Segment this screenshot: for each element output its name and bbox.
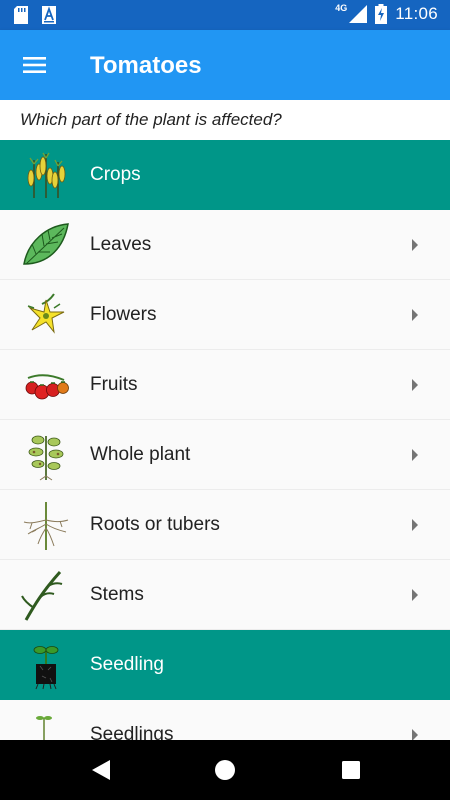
clock: 11:06	[395, 4, 438, 23]
back-icon[interactable]	[90, 758, 112, 782]
battery-charging-icon	[375, 4, 388, 24]
crops-icon	[27, 152, 66, 198]
stem-icon	[21, 570, 63, 621]
chevron-right-icon	[412, 239, 418, 251]
app-bar: Tomatoes	[0, 30, 450, 100]
menu-button[interactable]	[18, 51, 52, 79]
list-item-fruits[interactable]: Fruits	[0, 350, 450, 420]
section-header-crops: Crops	[0, 140, 450, 210]
list-item-label: Fruits	[90, 374, 138, 395]
page-title: Tomatoes	[90, 52, 202, 79]
list-item-roots[interactable]: Roots or tubers	[0, 490, 450, 560]
roots-icon	[23, 502, 69, 550]
menu-icon	[23, 57, 46, 73]
question-text: Which part of the plant is affected?	[0, 100, 450, 140]
chevron-right-icon	[412, 379, 418, 391]
list-item-label: Roots or tubers	[90, 514, 220, 535]
chevron-right-icon	[412, 449, 418, 461]
a-notification-icon	[42, 6, 56, 24]
chevron-right-icon	[412, 519, 418, 531]
signal-icon	[349, 5, 368, 23]
section-header-label: Seedling	[90, 654, 164, 675]
home-icon[interactable]	[214, 758, 236, 782]
plant-part-list: Crops Leaves Flowers Fruits Whole plant …	[0, 140, 450, 770]
section-header-seedling: Seedling	[0, 630, 450, 700]
flower-icon	[27, 293, 65, 334]
recents-icon[interactable]	[340, 758, 362, 782]
chevron-right-icon	[412, 589, 418, 601]
list-item-label: Leaves	[90, 234, 152, 255]
leaf-icon	[23, 223, 69, 265]
section-header-label: Crops	[90, 164, 141, 185]
list-item-label: Flowers	[90, 304, 157, 325]
whole-plant-icon	[28, 435, 64, 481]
list-item-leaves[interactable]: Leaves	[0, 210, 450, 280]
sd-card-icon	[14, 6, 28, 24]
system-nav-bar	[0, 740, 450, 800]
tomato-fruits-icon	[25, 374, 69, 400]
seedling-pot-icon	[33, 646, 59, 690]
network-type-label: 4G	[335, 3, 348, 13]
list-item-label: Whole plant	[90, 444, 191, 465]
list-item-flowers[interactable]: Flowers	[0, 280, 450, 350]
status-bar: 4G 11:06	[0, 0, 450, 30]
list-item-label: Stems	[90, 584, 144, 605]
chevron-right-icon	[412, 309, 418, 321]
list-item-stems[interactable]: Stems	[0, 560, 450, 630]
list-item-whole-plant[interactable]: Whole plant	[0, 420, 450, 490]
